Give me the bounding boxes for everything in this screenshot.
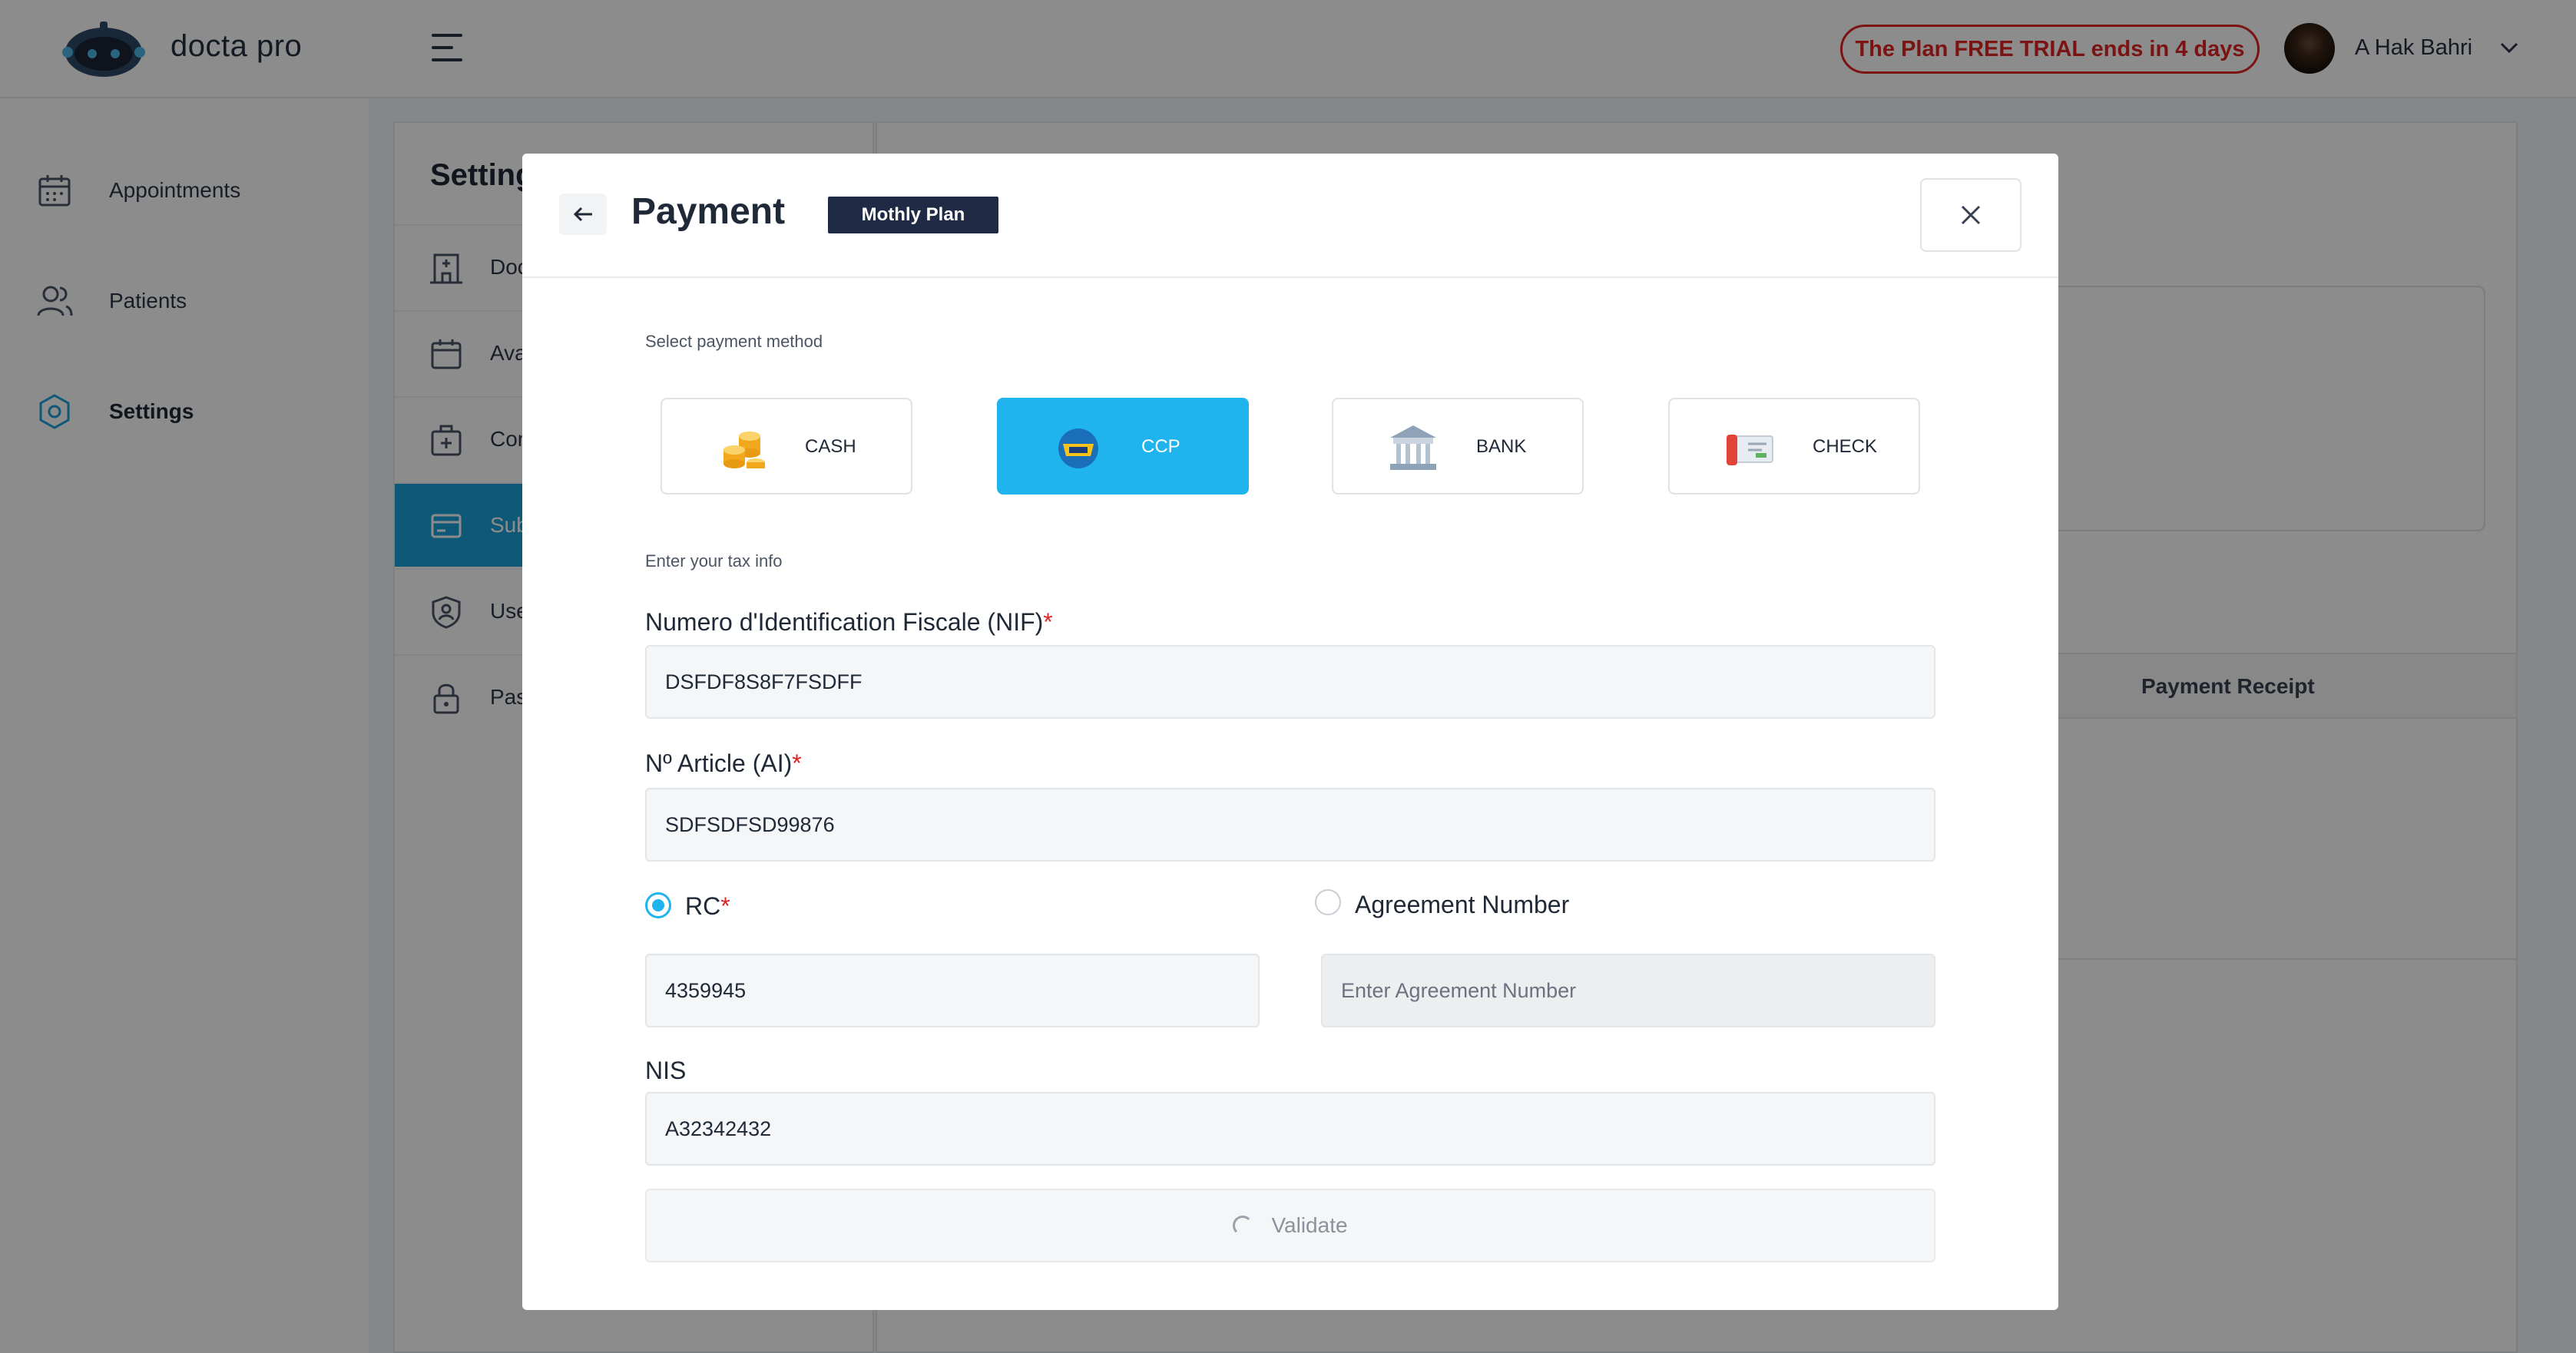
nif-label-text: Numero d'Identification Fiscale (NIF) (645, 608, 1044, 636)
payment-method-label: Select payment method (645, 332, 823, 351)
postal-icon (1058, 428, 1098, 468)
payment-method-ccp[interactable]: CCP (997, 398, 1249, 495)
arrow-left-icon (573, 207, 592, 222)
modal-title: Payment (631, 191, 786, 232)
validate-button[interactable]: Validate (645, 1189, 1935, 1262)
close-button[interactable] (1920, 178, 2021, 252)
agreement-number-input[interactable] (1321, 954, 1935, 1027)
payment-method-bank[interactable]: BANK (1332, 398, 1584, 495)
rc-input[interactable] (645, 954, 1260, 1027)
loading-spinner-icon (1233, 1216, 1253, 1236)
plan-badge: Mothly Plan (828, 197, 998, 233)
required-marker: * (792, 749, 802, 777)
close-icon (1961, 205, 1981, 225)
rc-label-text: RC (685, 892, 721, 920)
rc-radio[interactable] (645, 892, 671, 918)
modal-header: Payment Mothly Plan (522, 154, 2058, 278)
nif-input[interactable] (645, 645, 1935, 719)
rc-label: RC* (685, 892, 730, 921)
agreement-radio[interactable] (1315, 889, 1341, 915)
tax-info-label: Enter your tax info (645, 551, 783, 571)
article-label-text: Nº Article (AI) (645, 749, 793, 777)
nif-label: Numero d'Identification Fiscale (NIF)* (645, 608, 1053, 637)
payment-modal: Payment Mothly Plan Select payment metho… (522, 154, 2058, 1310)
payment-method-label: BANK (1476, 436, 1527, 457)
required-marker: * (1043, 608, 1053, 636)
validate-button-label: Validate (1271, 1213, 1348, 1237)
check-icon (1727, 435, 1773, 465)
bank-icon (1390, 425, 1436, 470)
payment-method-label: CASH (805, 436, 856, 457)
payment-method-label: CCP (1141, 436, 1180, 457)
required-marker: * (720, 892, 730, 920)
article-label: Nº Article (AI)* (645, 749, 802, 778)
nis-label: NIS (645, 1057, 687, 1084)
agreement-label: Agreement Number (1355, 891, 1570, 918)
nis-input[interactable] (645, 1092, 1935, 1166)
payment-method-label: CHECK (1813, 436, 1878, 457)
article-input[interactable] (645, 788, 1935, 862)
back-button[interactable] (559, 194, 607, 235)
payment-method-check[interactable]: CHECK (1668, 398, 1920, 495)
coins-icon (723, 432, 765, 468)
payment-method-cash[interactable]: CASH (661, 398, 912, 495)
